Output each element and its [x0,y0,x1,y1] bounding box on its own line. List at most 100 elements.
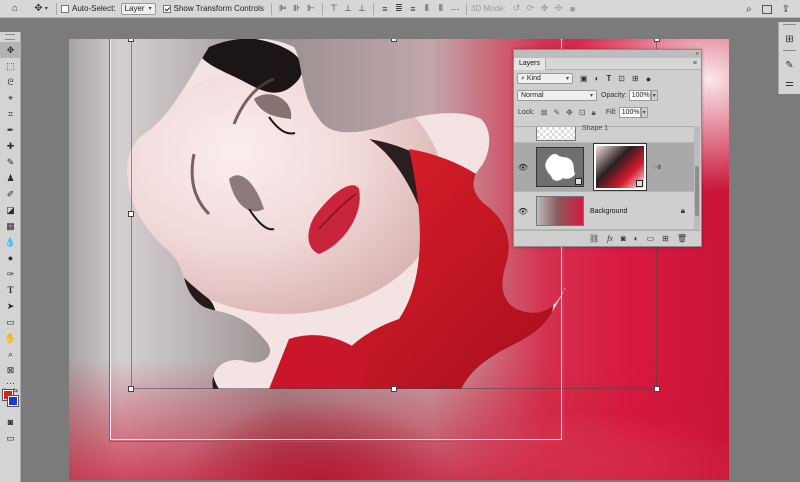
3d-scale-icon[interactable]: ■ [566,0,580,18]
align-left-icon[interactable]: ⊫ [276,0,290,18]
crop-tool-icon[interactable]: ⌗ [0,106,21,122]
healing-brush-tool-icon[interactable]: ✚ [0,138,21,154]
move-tool-icon[interactable]: ✥ [0,42,21,58]
properties-panel-icon[interactable]: ⊞ [779,30,800,48]
transform-handle-bottom-left[interactable] [128,386,134,392]
lock-transparency-icon[interactable]: ⊠ [541,108,548,117]
chevron-down-icon[interactable]: ▾ [640,107,648,118]
align-middle-icon[interactable]: ⊥ [341,0,355,18]
eyedropper-tool-icon[interactable]: ✒ [0,122,21,138]
transform-handle-bottom-right[interactable] [654,386,660,392]
search-icon[interactable]: ⌕ [746,4,752,15]
distribute-left-icon[interactable]: ⦀ [420,0,434,18]
workspace-icon[interactable] [761,4,772,14]
quick-select-tool-icon[interactable]: ⌖ [0,90,21,106]
filter-toggle-icon[interactable]: ● [646,74,651,84]
filter-smart-object-icon[interactable]: ⊞ [632,74,639,83]
swap-colors-icon[interactable]: ⇆ [13,387,18,394]
filter-type-icon[interactable]: T [606,74,611,83]
type-tool-icon[interactable]: T [0,282,21,298]
distribute-middle-icon[interactable]: ≣ [392,0,406,18]
visibility-eye-icon[interactable]: 👁︎ [514,163,532,172]
lock-all-icon[interactable]: 🔒︎ [592,108,596,118]
scrollbar-thumb[interactable] [695,166,699,216]
marquee-tool-icon[interactable]: ⬚ [0,58,21,74]
lock-position-icon[interactable]: ✥ [566,108,573,117]
layer-row-shape[interactable]: Shape 1 [514,125,695,143]
3d-roll-icon[interactable]: ⟳ [524,0,538,18]
eraser-tool-icon[interactable]: ◪ [0,202,21,218]
transform-handle-top-center[interactable] [391,39,397,42]
new-adjustment-layer-icon[interactable]: ◐ [634,234,639,243]
shape-mask-thumbnail[interactable] [536,147,584,187]
pen-tool-icon[interactable]: ✑ [0,266,21,282]
frame-tool-icon[interactable]: ⊠ [0,362,21,378]
transform-handle-middle-left[interactable] [128,211,134,217]
layer-name[interactable]: Shape 1 [582,125,608,132]
hand-tool-icon[interactable]: ✋ [0,330,21,346]
lock-artboard-icon[interactable]: ⊡ [579,108,586,117]
show-transform-checkbox[interactable] [162,4,171,13]
panel-grip[interactable] [783,50,796,54]
auto-select-checkbox[interactable] [61,4,69,13]
3d-slide-icon[interactable]: ✣ [552,0,566,18]
align-center-icon[interactable]: ⊪ [290,0,304,18]
align-right-icon[interactable]: ⊩ [304,0,318,18]
delete-layer-icon[interactable]: 🗑︎ [677,234,687,243]
align-top-icon[interactable]: ⊤ [327,0,341,18]
brush-tool-icon[interactable]: ✎ [0,154,21,170]
3d-rotate-icon[interactable]: ↺ [510,0,524,18]
filter-pixel-icon[interactable]: ▣ [580,74,588,83]
layer-list[interactable]: Shape 1 👁︎ ◌⌽ 👁︎ Background 🔒︎ [514,125,695,230]
transform-handle-bottom-center[interactable] [391,386,397,392]
distribute-bottom-icon[interactable]: ≡ [406,0,420,18]
quick-mask-icon[interactable]: ◙ [0,414,21,430]
new-layer-icon[interactable]: ⊞ [662,234,669,243]
screen-mode-icon[interactable]: ▭ [0,430,21,446]
opacity-input[interactable]: 100% [628,90,651,101]
transform-handle-top-left[interactable] [128,39,134,42]
collapse-icon[interactable]: » [696,51,700,57]
rectangle-tool-icon[interactable]: ▭ [0,314,21,330]
panel-grip[interactable] [5,34,15,40]
auto-select-target-dropdown[interactable]: Layer ▾ [120,2,156,15]
link-layers-icon[interactable]: ⛓ [589,234,599,243]
history-brush-tool-icon[interactable]: ✐ [0,186,21,202]
distribute-center-icon[interactable]: ⦀ [434,0,448,18]
layer-list-scrollbar[interactable] [694,126,700,230]
visibility-eye-icon[interactable]: 👁︎ [514,207,532,216]
chevron-down-icon[interactable]: ▾ [650,90,658,101]
path-selection-tool-icon[interactable]: ➤ [0,298,21,314]
brush-settings-panel-icon[interactable]: ✎ [779,56,800,74]
background-thumbnail[interactable] [536,196,584,226]
new-group-icon[interactable]: ▭ [647,234,655,243]
background-color-swatch[interactable] [7,395,19,407]
fill-input[interactable]: 100% [618,107,641,118]
panel-menu-icon[interactable]: ≡ [693,60,701,67]
layer-style-icon[interactable]: ◌⌽ [652,162,662,172]
align-bottom-icon[interactable]: ⊥ [355,0,369,18]
clone-stamp-tool-icon[interactable]: ♟ [0,170,21,186]
layer-name[interactable]: Background [590,208,627,215]
more-options-icon[interactable]: ··· [448,0,462,18]
dodge-tool-icon[interactable]: ● [0,250,21,266]
share-icon[interactable]: ⇪ [782,4,790,15]
lasso-tool-icon[interactable]: ᘓ [0,74,21,90]
add-mask-icon[interactable]: ◙ [621,234,626,243]
add-layer-style-icon[interactable]: fx [607,234,613,243]
zoom-tool-icon[interactable]: ⌕ [0,346,21,362]
panel-grip[interactable] [783,24,796,28]
filter-shape-icon[interactable]: ⊡ [618,74,625,83]
tab-layers[interactable]: Layers [514,57,547,70]
transform-handle-top-right[interactable] [654,39,660,42]
gradient-tool-icon[interactable]: ▦ [0,218,21,234]
distribute-top-icon[interactable]: ≡ [378,0,392,18]
blend-mode-dropdown[interactable]: Normal ▾ [517,90,597,101]
layer-row-background[interactable]: 👁︎ Background 🔒︎ [514,193,695,230]
home-icon[interactable]: ⌂ [0,0,30,18]
filter-adjustment-icon[interactable]: ◐ [595,74,600,83]
filter-kind-dropdown[interactable]: ⌕ Kind ▾ [517,73,573,84]
3d-pan-icon[interactable]: ✥ [538,0,552,18]
adjustments-panel-icon[interactable]: ⚌ [779,74,800,92]
blur-tool-icon[interactable]: 💧 [0,234,21,250]
